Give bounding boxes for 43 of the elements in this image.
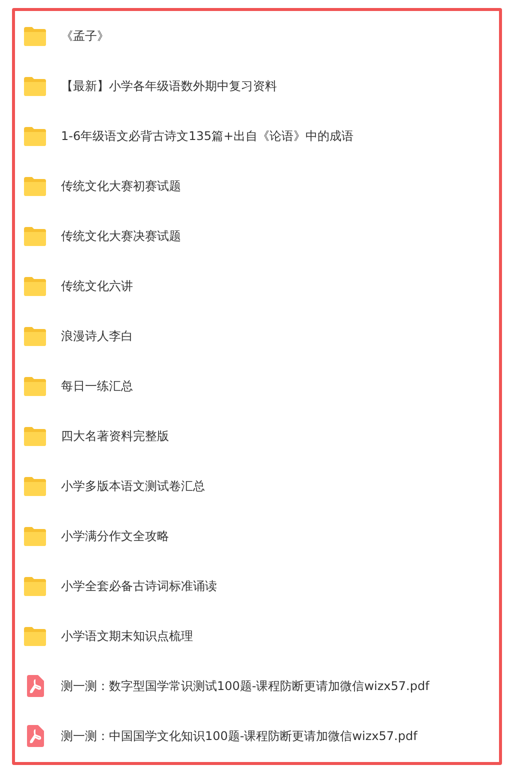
folder-icon <box>23 224 47 248</box>
folder-icon <box>23 124 47 148</box>
folder-icon <box>23 324 47 348</box>
file-row[interactable]: 《孟子》 <box>15 11 499 61</box>
file-name: 传统文化大赛决赛试题 <box>61 228 181 244</box>
file-row[interactable]: 传统文化六讲 <box>15 261 499 311</box>
file-name: 小学语文期末知识点梳理 <box>61 628 193 644</box>
folder-icon <box>23 624 47 648</box>
file-row[interactable]: 传统文化大赛初赛试题 <box>15 161 499 211</box>
file-row[interactable]: 测一测：数字型国学常识测试100题-课程防断更请加微信wizx57.pdf <box>15 661 499 711</box>
folder-icon <box>23 374 47 398</box>
file-name: 小学多版本语文测试卷汇总 <box>61 478 205 494</box>
file-row[interactable]: 1-6年级语文必背古诗文135篇+出自《论语》中的成语 <box>15 111 499 161</box>
folder-icon <box>23 574 47 598</box>
file-row[interactable]: 小学语文期末知识点梳理 <box>15 611 499 661</box>
folder-icon <box>23 274 47 298</box>
file-name: 小学满分作文全攻略 <box>61 528 169 544</box>
file-name: 测一测：中国国学文化知识100题-课程防断更请加微信wizx57.pdf <box>61 728 418 744</box>
file-name: 传统文化大赛初赛试题 <box>61 178 181 194</box>
folder-icon <box>23 174 47 198</box>
file-row[interactable]: 四大名著资料完整版 <box>15 411 499 461</box>
file-name: 测一测：数字型国学常识测试100题-课程防断更请加微信wizx57.pdf <box>61 678 430 694</box>
file-name: 四大名著资料完整版 <box>61 428 169 444</box>
file-name: 浪漫诗人李白 <box>61 328 133 344</box>
file-row[interactable]: 测一测：中国国学文化知识100题-课程防断更请加微信wizx57.pdf <box>15 711 499 761</box>
folder-icon <box>23 24 47 48</box>
file-name: 小学全套必备古诗词标准诵读 <box>61 578 217 594</box>
folder-icon <box>23 74 47 98</box>
file-row[interactable]: 小学多版本语文测试卷汇总 <box>15 461 499 511</box>
file-row[interactable]: 小学满分作文全攻略 <box>15 511 499 561</box>
file-name: 1-6年级语文必背古诗文135篇+出自《论语》中的成语 <box>61 128 354 144</box>
file-row[interactable]: 传统文化大赛决赛试题 <box>15 211 499 261</box>
folder-icon <box>23 474 47 498</box>
file-name: 每日一练汇总 <box>61 378 133 394</box>
folder-icon <box>23 524 47 548</box>
file-row[interactable]: 【最新】小学各年级语数外期中复习资料 <box>15 61 499 111</box>
file-name: 传统文化六讲 <box>61 278 133 294</box>
file-row[interactable]: 浪漫诗人李白 <box>15 311 499 361</box>
file-name: 《孟子》 <box>61 28 109 44</box>
file-row[interactable]: 小学全套必备古诗词标准诵读 <box>15 561 499 611</box>
folder-icon <box>23 424 47 448</box>
file-row[interactable]: 每日一练汇总 <box>15 361 499 411</box>
file-name: 【最新】小学各年级语数外期中复习资料 <box>61 78 277 94</box>
